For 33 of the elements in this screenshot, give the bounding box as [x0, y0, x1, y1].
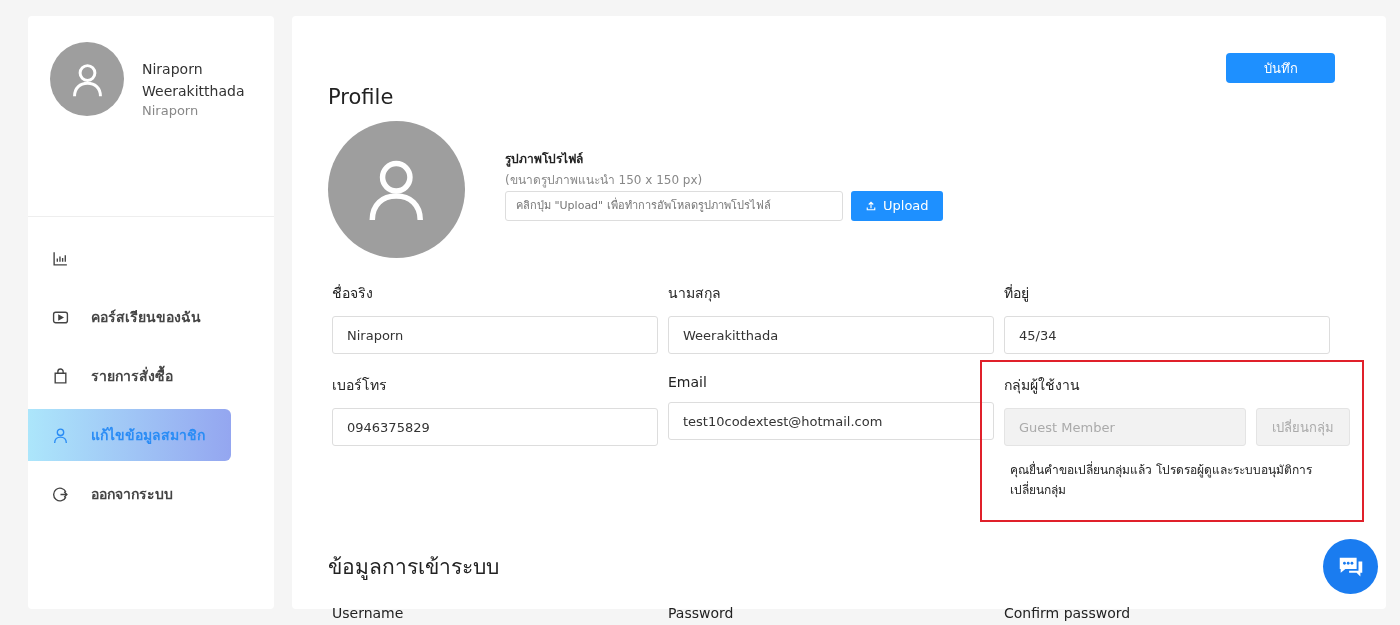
input-field[interactable]: Weerakitthada: [668, 316, 994, 354]
nav-item[interactable]: รายการสั่งซื้อ: [28, 350, 231, 402]
logout-icon: [52, 485, 69, 503]
shopping-bag-icon: [52, 367, 69, 385]
username: Niraporn: [142, 102, 200, 120]
user-icon: [52, 426, 69, 444]
video-icon: [52, 308, 69, 326]
chart-icon: [52, 249, 69, 267]
change-group-button: เปลี่ยนกลุ่ม: [1256, 408, 1350, 446]
field-label: Email: [668, 374, 708, 390]
input-field[interactable]: Niraporn: [332, 316, 658, 354]
nav-item[interactable]: ออกจากระบบ: [28, 468, 231, 520]
input-field: Guest Member: [1004, 408, 1246, 446]
input-field[interactable]: 45/34: [1004, 316, 1330, 354]
section-title: ข้อมูลการเข้าระบบ: [328, 554, 500, 582]
field-label: นามสกุล: [668, 284, 722, 304]
field-label: เบอร์โทร: [332, 376, 388, 395]
field-label: Confirm password: [1004, 605, 1132, 621]
field-label: ชื่อจริง: [332, 283, 374, 303]
input-field[interactable]: 0946375829: [332, 408, 658, 446]
field-label: กลุ่มผู้ใช้งาน: [1004, 376, 1081, 396]
notice-text: คุณยื่นคำขอเปลี่ยนกลุ่มแล้ว โปรดรอผู้ดูและระบบอนุมัติการเปลี่ยนกลุ่ม: [1010, 460, 1313, 500]
upload-icon: [865, 199, 877, 212]
hint-text: (ขนาดรูปภาพแนะนำ 150 x 150 px): [505, 171, 704, 189]
nav-item[interactable]: คอร์สเรียนของฉัน: [28, 291, 231, 343]
field-label: ที่อยู่: [1004, 283, 1030, 304]
field-label: Username: [332, 605, 405, 621]
section-title: Profile: [328, 85, 395, 109]
input-field[interactable]: คลิกปุ่ม "Upload" เพื่อทำการอัพโหลดรูปภาพโปรไฟล์: [505, 190, 843, 221]
user-name: Niraporn Weerakitthada: [142, 60, 246, 101]
input-field[interactable]: test10codextest@hotmail.com: [668, 402, 994, 440]
field-label: Password: [668, 605, 735, 621]
field-label: รูปภาพโปรไฟล์: [505, 150, 584, 168]
